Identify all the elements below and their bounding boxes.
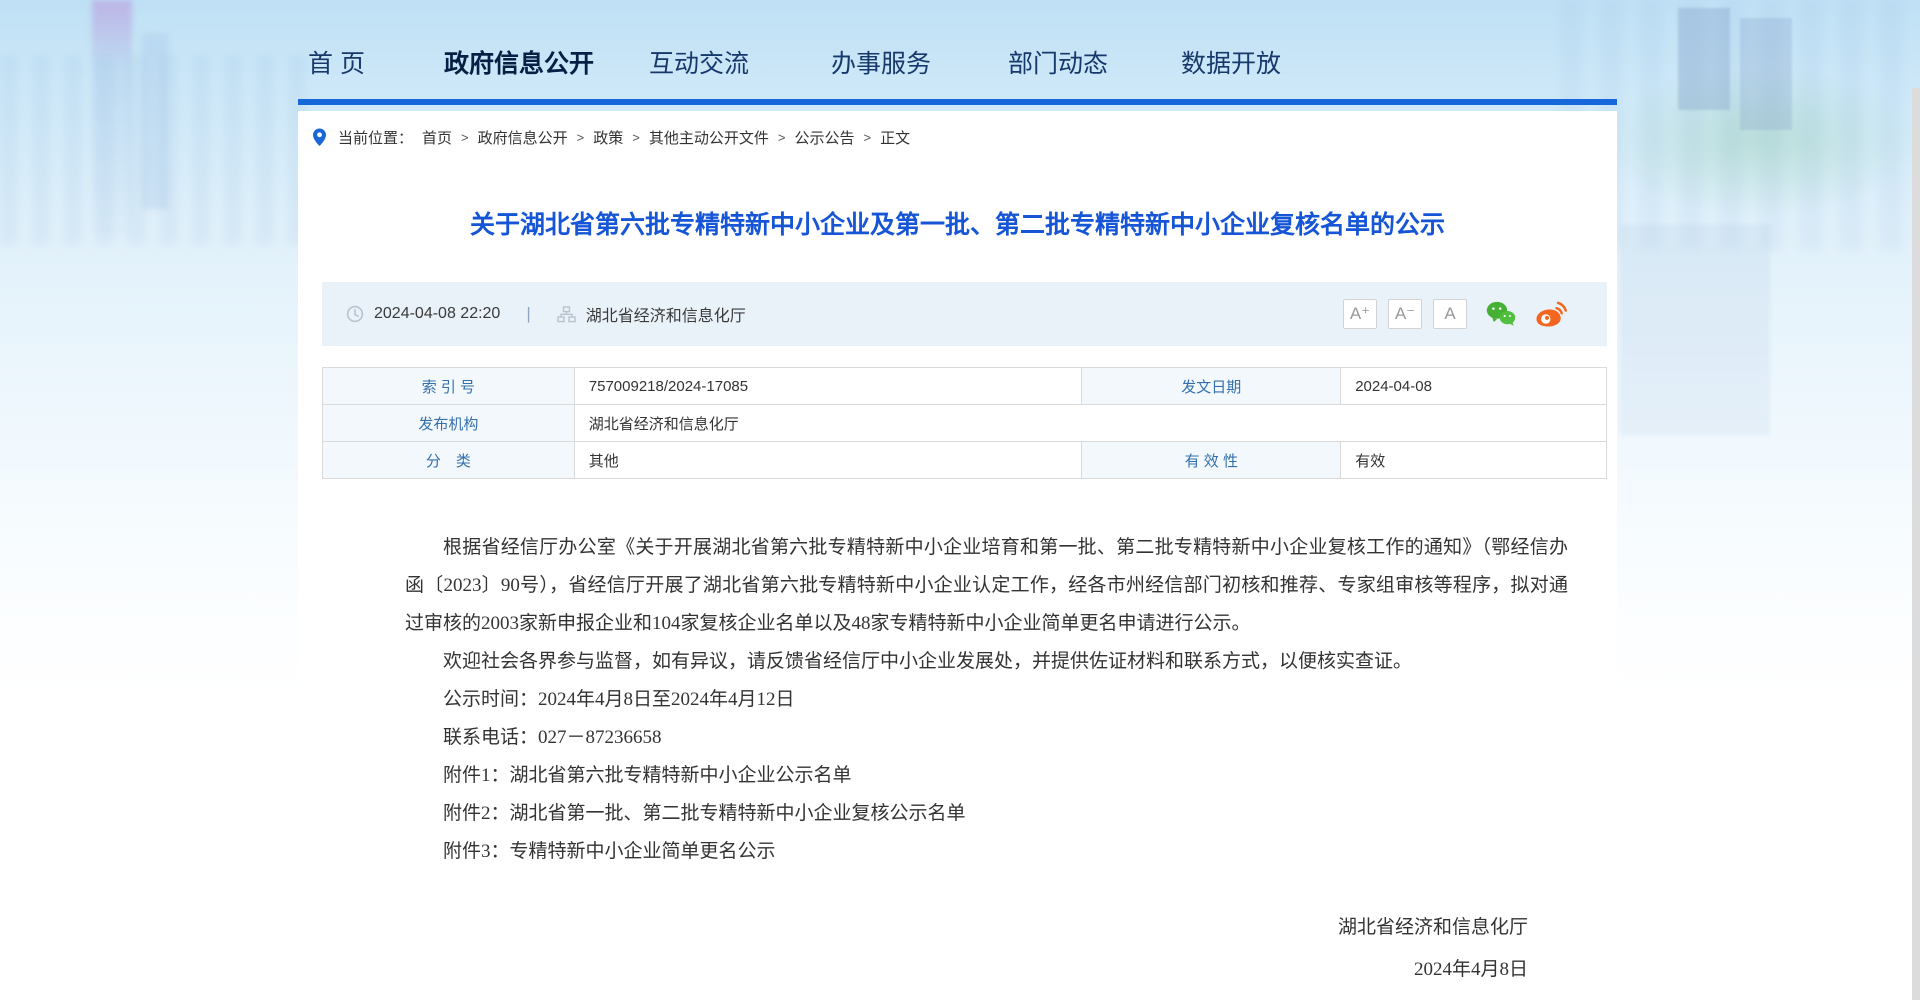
breadcrumb-announcements[interactable]: 公示公告 bbox=[794, 127, 854, 148]
attachment-line: 附件1：湖北省第六批专精特新中小企业公示名单 bbox=[405, 757, 1568, 795]
font-larger-button[interactable]: A⁺ bbox=[1343, 299, 1377, 329]
nav-tab-dept-news[interactable]: 部门动态 bbox=[1008, 44, 1108, 80]
font-reset-button[interactable]: A bbox=[1433, 299, 1467, 329]
issue-date-value: 2024-04-08 bbox=[1341, 368, 1607, 405]
banner-city-haze bbox=[0, 55, 310, 245]
font-smaller-button[interactable]: A⁻ bbox=[1388, 299, 1422, 329]
signature-org: 湖北省经济和信息化厅 bbox=[405, 907, 1528, 949]
banner-building-shape bbox=[1678, 8, 1730, 110]
nav-tab-interaction[interactable]: 互动交流 bbox=[649, 44, 749, 80]
breadcrumb-other-open-docs[interactable]: 其他主动公开文件 bbox=[649, 127, 769, 148]
main-nav: 首 页 政府信息公开 互动交流 办事服务 部门动态 数据开放 bbox=[298, 0, 1617, 105]
organization-icon bbox=[557, 306, 576, 323]
signature-block: 湖北省经济和信息化厅 2024年4月8日 bbox=[405, 907, 1568, 991]
validity-value: 有效 bbox=[1341, 442, 1607, 479]
banner-building-shape bbox=[1620, 225, 1770, 435]
body-paragraph: 公示时间：2024年4月8日至2024年4月12日 bbox=[405, 681, 1568, 719]
weibo-icon bbox=[1535, 301, 1567, 328]
issue-date-label: 发文日期 bbox=[1082, 368, 1341, 405]
breadcrumb: 当前位置： 首页 > 政府信息公开 > 政策 > 其他主动公开文件 > 公示公告… bbox=[312, 127, 910, 148]
breadcrumb-gov-info[interactable]: 政府信息公开 bbox=[478, 127, 568, 148]
breadcrumb-home[interactable]: 首页 bbox=[422, 127, 452, 148]
body-paragraph: 欢迎社会各界参与监督，如有异议，请反馈省经信厅中小企业发展处，并提供佐证材料和联… bbox=[405, 643, 1568, 681]
nav-tab-open-data[interactable]: 数据开放 bbox=[1181, 44, 1281, 80]
issuing-org-value: 湖北省经济和信息化厅 bbox=[574, 405, 1606, 442]
scrollbar[interactable] bbox=[1912, 88, 1920, 1000]
body-paragraph: 根据省经信厅办公室《关于开展湖北省第六批专精特新中小企业培育和第一批、第二批专精… bbox=[405, 529, 1568, 643]
nav-tab-gov-info[interactable]: 政府信息公开 bbox=[444, 44, 594, 80]
breadcrumb-policy[interactable]: 政策 bbox=[593, 127, 623, 148]
category-value: 其他 bbox=[574, 442, 1082, 479]
breadcrumb-current: 正文 bbox=[880, 127, 910, 148]
page-title: 关于湖北省第六批专精特新中小企业及第一批、第二批专精特新中小企业复核名单的公示 bbox=[298, 205, 1617, 241]
article-meta-bar: 2024-04-08 22:20 | 湖北省经济和信息化厅 A⁺ A⁻ A bbox=[322, 282, 1607, 346]
signature-date: 2024年4月8日 bbox=[405, 949, 1528, 991]
wechat-icon bbox=[1486, 301, 1516, 327]
weibo-share-button[interactable] bbox=[1535, 301, 1567, 328]
validity-label: 有 效 性 bbox=[1082, 442, 1341, 479]
nav-tab-home[interactable]: 首 页 bbox=[308, 44, 365, 80]
attachment-line: 附件3：专精特新中小企业简单更名公示 bbox=[405, 833, 1568, 871]
index-number-label: 索 引 号 bbox=[323, 368, 575, 405]
index-number-value: 757009218/2024-17085 bbox=[574, 368, 1082, 405]
article-source: 湖北省经济和信息化厅 bbox=[586, 302, 746, 326]
location-pin-icon bbox=[312, 128, 327, 147]
banner-building-shape bbox=[1740, 18, 1792, 130]
document-info-table: 索 引 号 757009218/2024-17085 发文日期 2024-04-… bbox=[322, 367, 1607, 479]
nav-tab-services[interactable]: 办事服务 bbox=[831, 44, 931, 80]
clock-icon bbox=[346, 305, 364, 323]
table-row: 发布机构 湖北省经济和信息化厅 bbox=[323, 405, 1607, 442]
publish-time: 2024-04-08 22:20 bbox=[374, 305, 500, 323]
article-body: 根据省经信厅办公室《关于开展湖北省第六批专精特新中小企业培育和第一批、第二批专精… bbox=[405, 529, 1568, 991]
body-paragraph: 联系电话：027－87236658 bbox=[405, 719, 1568, 757]
table-row: 索 引 号 757009218/2024-17085 发文日期 2024-04-… bbox=[323, 368, 1607, 405]
breadcrumb-label: 当前位置： bbox=[338, 127, 413, 148]
table-row: 分 类 其他 有 效 性 有效 bbox=[323, 442, 1607, 479]
issuing-org-label: 发布机构 bbox=[323, 405, 575, 442]
wechat-share-button[interactable] bbox=[1486, 301, 1516, 327]
attachment-line: 附件2：湖北省第一批、第二批专精特新中小企业复核公示名单 bbox=[405, 795, 1568, 833]
category-label: 分 类 bbox=[323, 442, 575, 479]
content-area: 当前位置： 首页 > 政府信息公开 > 政策 > 其他主动公开文件 > 公示公告… bbox=[298, 111, 1617, 1000]
